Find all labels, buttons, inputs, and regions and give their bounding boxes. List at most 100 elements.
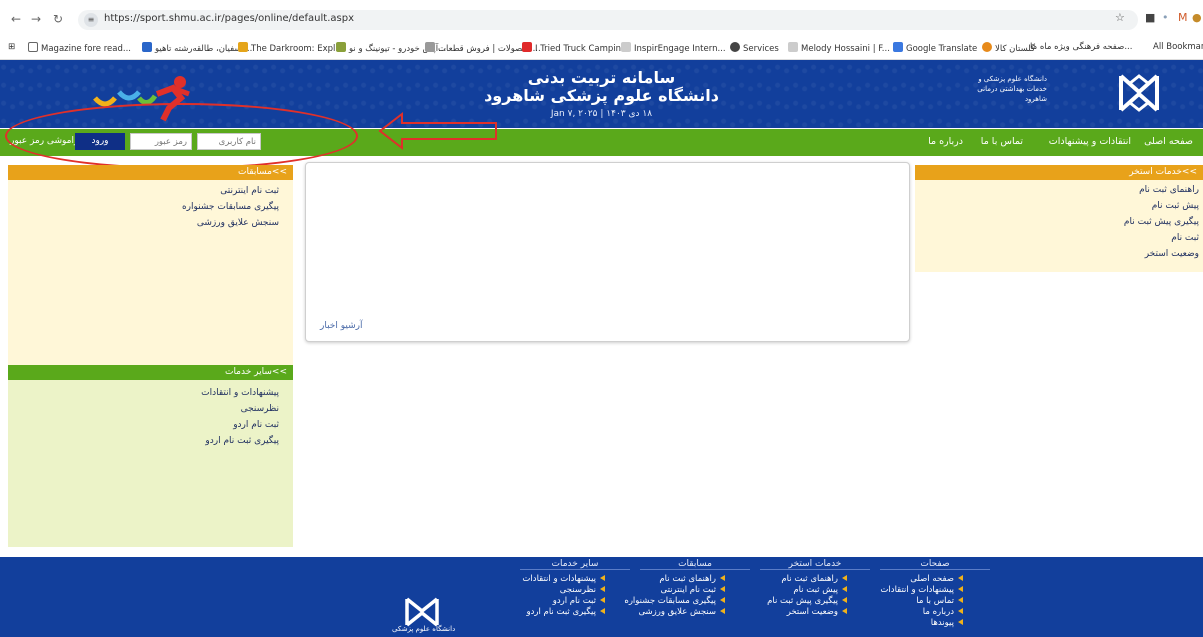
bookmark-label: I Tried Truck Campin... [535,44,630,54]
bullet-icon [842,608,847,614]
footer-link[interactable]: سنجش علایق ورزشی [638,607,725,617]
footer-link-label: سنجش علایق ورزشی [638,607,716,617]
site-footer: دانشگاه علوم پزشکی صفحات صفحه اصلی پیشنه… [0,557,1203,637]
browser-toolbar: ← → ↻ ≡ https://sport.shmu.ac.ir/pages/o… [0,0,1203,38]
footer-link[interactable]: نظرسنجی [560,585,605,595]
bookmark-8[interactable]: Services [730,42,779,54]
bookmark-1[interactable]: Magazine fore read... [28,42,131,54]
bullet-icon [720,586,725,592]
link-registration-guide[interactable]: راهنمای ثبت نام [1139,185,1199,195]
footer-emblem-icon [405,597,439,627]
bullet-icon [720,575,725,581]
news-archive-link[interactable]: آرشیو اخبار [320,321,362,331]
footer-link[interactable]: وضعیت استخر [787,607,847,617]
bookmark-10[interactable]: Google Translate [893,42,977,54]
bullet-icon [842,597,847,603]
address-row: ← → ↻ ≡ https://sport.shmu.ac.ir/pages/o… [0,10,1203,30]
bullet-icon [600,575,605,581]
nav-contact[interactable]: تماس با ما [981,136,1023,147]
bookmark-9[interactable]: Melody Hossaini | F... [788,42,890,54]
footer-link-label: صفحه اصلی [910,574,954,584]
footer-link[interactable]: پیش ثبت نام [793,585,847,595]
bookmark-label: Services [743,44,779,54]
address-bar[interactable]: ≡ https://sport.shmu.ac.ir/pages/online/… [78,10,1138,30]
nav-about[interactable]: درباره ما [928,136,963,147]
link-pre-registration[interactable]: پیش ثبت نام [1152,201,1199,211]
link-sports-interest[interactable]: سنجش علایق ورزشی [197,218,279,228]
footer-link[interactable]: پیگیری ثبت نام اردو [526,607,605,617]
bookmarks-bar: ⊞ Magazine fore read... سفیان، طالقه‌رشت… [0,38,1203,60]
star-icon[interactable]: ☆ [1115,11,1125,29]
footer-link[interactable]: پیشنهادات و انتقادات [522,574,605,584]
site-icon [730,42,740,52]
bullet-icon [958,575,963,581]
bookmark-7[interactable]: InspirEngage Intern... [621,42,726,54]
news-box: آرشیو اخبار [305,162,910,342]
bookmark-3[interactable]: The Darkroom: Expl... [238,42,344,54]
footer-link-label: راهنمای ثبت نام [659,574,716,584]
footer-other-title: سایر خدمات [520,559,630,570]
footer-link[interactable]: تماس با ما [916,596,963,606]
link-survey[interactable]: نظرسنجی [241,404,279,414]
link-camp-registration[interactable]: ثبت نام اردو [233,420,279,430]
footer-link-label: پیگیری پیش ثبت نام [767,596,838,606]
other-services-section: >>سایر خدمات پیشنهادات و انتقادات نظرسنج… [8,365,293,547]
bookmark-label: All Bookmarks [1153,42,1203,52]
footer-link[interactable]: صفحه اصلی [910,574,963,584]
link-festival-tracking[interactable]: پیگیری مسابقات جشنواره [182,202,279,212]
footer-link-label: پیشنهادات و انتقادات [522,574,596,584]
footer-link[interactable]: پیشنهادات و انتقادات [880,585,963,595]
link-suggestions[interactable]: پیشنهادات و انتقادات [201,388,279,398]
site-icon [336,42,346,52]
bookmark-2[interactable]: سفیان، طالقه‌رشته تاهیو ... [142,42,252,54]
forward-icon[interactable]: → [28,11,44,27]
nav-feedback[interactable]: انتقادات و پیشنهادات [1049,136,1131,147]
site-info-icon[interactable]: ≡ [84,13,98,27]
youtube-icon [522,42,532,52]
footer-link[interactable]: راهنمای ثبت نام [781,574,847,584]
footer-link-label: پیش ثبت نام [793,585,838,595]
footer-link[interactable]: درباره ما [923,607,963,617]
footer-link[interactable]: پیگیری پیش ثبت نام [767,596,847,606]
footer-link-label: پیگیری ثبت نام اردو [526,607,597,617]
reload-icon[interactable]: ↻ [50,11,66,27]
bullet-icon [842,586,847,592]
link-pool-status[interactable]: وضعیت استخر [1145,249,1199,259]
site-icon [788,42,798,52]
link-registration[interactable]: ثبت نام [1171,233,1199,243]
link-pre-registration-tracking[interactable]: پیگیری پیش ثبت نام [1124,217,1199,227]
competitions-header: >>مسابقات [8,165,293,180]
extension-icon[interactable]: ■ [1145,11,1155,29]
bookmark-6[interactable]: I Tried Truck Campin... [522,42,629,54]
profile-icon[interactable]: ● [1192,11,1202,29]
nav-home[interactable]: صفحه اصلی [1144,136,1193,147]
link-camp-tracking[interactable]: پیگیری ثبت نام اردو [205,436,279,446]
footer-link[interactable]: پیوندها [931,618,963,628]
folder-icon [28,42,38,52]
all-bookmarks[interactable]: All Bookmarks [1153,42,1203,52]
footer-link[interactable]: پیگیری مسابقات جشنواره [624,596,725,606]
extension-m-icon[interactable]: M [1178,11,1188,29]
translate-icon [893,42,903,52]
bookmark-label: Melody Hossaini | F... [801,44,890,54]
url-text[interactable]: https://sport.shmu.ac.ir/pages/online/de… [104,13,354,24]
footer-link[interactable]: ثبت نام اینترنتی [661,585,725,595]
bullet-icon [600,586,605,592]
footer-link-label: ثبت نام اردو [552,596,596,606]
link-online-registration[interactable]: ثبت نام اینترنتی [220,186,279,196]
site-icon [425,42,435,52]
annotation-ellipse [5,103,358,169]
site-icon [982,42,992,52]
extension-dot-icon[interactable]: • [1162,11,1169,29]
footer-link[interactable]: ثبت نام اردو [553,596,605,606]
bookmark-11[interactable]: گلستان کالا [982,42,1035,54]
footer-link[interactable]: راهنمای ثبت نام [659,574,725,584]
apps-icon[interactable]: ⊞ [8,42,15,52]
back-icon[interactable]: ← [8,11,24,27]
bullet-icon [600,608,605,614]
bullet-icon [842,575,847,581]
bullet-icon [958,586,963,592]
bookmark-12[interactable]: صفحه فرهنگی ویژه ماه ما... [1030,42,1132,52]
university-logo-text: دانشگاه علوم پزشکی و خدمات بهداشتی درمان… [977,75,1047,103]
annotation-arrow-icon [378,111,497,151]
